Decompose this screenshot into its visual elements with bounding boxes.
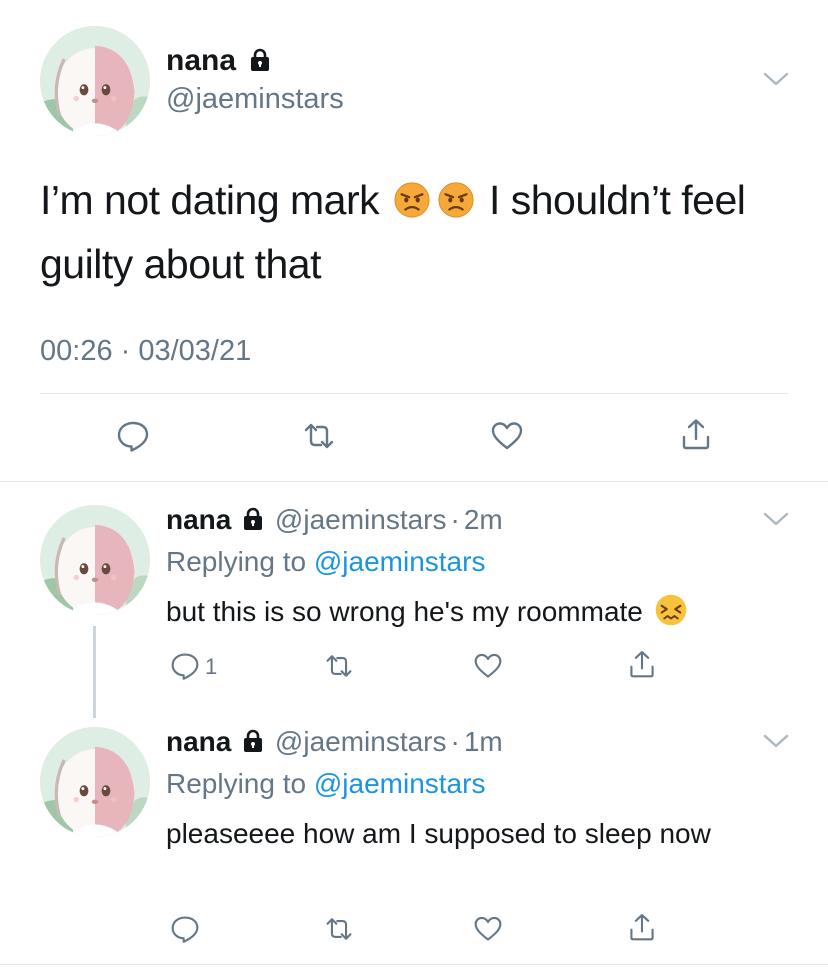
- username[interactable]: @jaeminstars: [275, 504, 447, 535]
- retweet-icon[interactable]: [324, 651, 354, 681]
- reply-icon[interactable]: [170, 651, 200, 681]
- reply-header: nana @jaeminstars · 1m: [166, 725, 503, 759]
- chevron-down-icon[interactable]: [762, 732, 790, 750]
- share-icon[interactable]: [627, 649, 657, 679]
- replying-to-link[interactable]: @jaeminstars: [314, 768, 486, 799]
- chevron-down-icon[interactable]: [762, 510, 790, 528]
- divider: [40, 393, 788, 394]
- divider: [0, 481, 828, 482]
- tweet-text-part: I’m not dating mark: [40, 177, 380, 223]
- retweet-icon[interactable]: [302, 419, 336, 453]
- share-icon[interactable]: [627, 912, 657, 942]
- retweet-icon[interactable]: [324, 914, 354, 944]
- display-name[interactable]: nana: [166, 726, 231, 757]
- angry-face-emoji: [437, 181, 475, 219]
- avatar[interactable]: [40, 26, 150, 136]
- chevron-down-icon[interactable]: [762, 70, 790, 88]
- replying-to-prefix: Replying to: [166, 768, 307, 799]
- display-name-text[interactable]: nana: [166, 44, 236, 77]
- username[interactable]: @jaeminstars: [275, 726, 447, 757]
- avatar[interactable]: [40, 505, 150, 615]
- meta-separator: ·: [450, 726, 460, 757]
- heart-icon[interactable]: [490, 419, 524, 453]
- heart-icon[interactable]: [473, 651, 503, 681]
- lock-icon: [241, 729, 265, 753]
- reply-time[interactable]: 1m: [464, 726, 503, 757]
- avatar[interactable]: [40, 727, 150, 837]
- replying-to: Replying to @jaeminstars: [166, 545, 485, 579]
- replying-to-prefix: Replying to: [166, 546, 307, 577]
- reply-text: pleaseeee how am I supposed to sleep now: [166, 818, 711, 849]
- divider: [0, 964, 828, 965]
- reply-text-content: but this is so wrong he's my roommate: [166, 596, 643, 627]
- tweet-text: I’m not dating mark I shouldn’t feel gui…: [40, 168, 800, 296]
- username[interactable]: @jaeminstars: [166, 82, 344, 116]
- replying-to: Replying to @jaeminstars: [166, 767, 485, 801]
- reply-header: nana @jaeminstars · 2m: [166, 503, 503, 537]
- reply-time[interactable]: 2m: [464, 504, 503, 535]
- heart-icon[interactable]: [473, 914, 503, 944]
- replying-to-link[interactable]: @jaeminstars: [314, 546, 486, 577]
- lock-icon: [241, 507, 265, 531]
- angry-face-emoji: [393, 181, 431, 219]
- reply-text: but this is so wrong he's my roommate: [166, 590, 786, 634]
- display-name[interactable]: nana: [166, 504, 231, 535]
- display-name[interactable]: nana: [166, 44, 272, 78]
- reply-count: 1: [205, 654, 218, 679]
- meta-separator: ·: [450, 504, 460, 535]
- tweet-timestamp[interactable]: 00:26 · 03/03/21: [40, 334, 251, 368]
- reply-icon[interactable]: [116, 419, 150, 453]
- confounded-face-emoji: [654, 593, 688, 627]
- thread-line: [93, 626, 96, 718]
- share-icon[interactable]: [679, 417, 713, 451]
- reply-icon[interactable]: [170, 914, 200, 944]
- lock-icon: [248, 48, 272, 72]
